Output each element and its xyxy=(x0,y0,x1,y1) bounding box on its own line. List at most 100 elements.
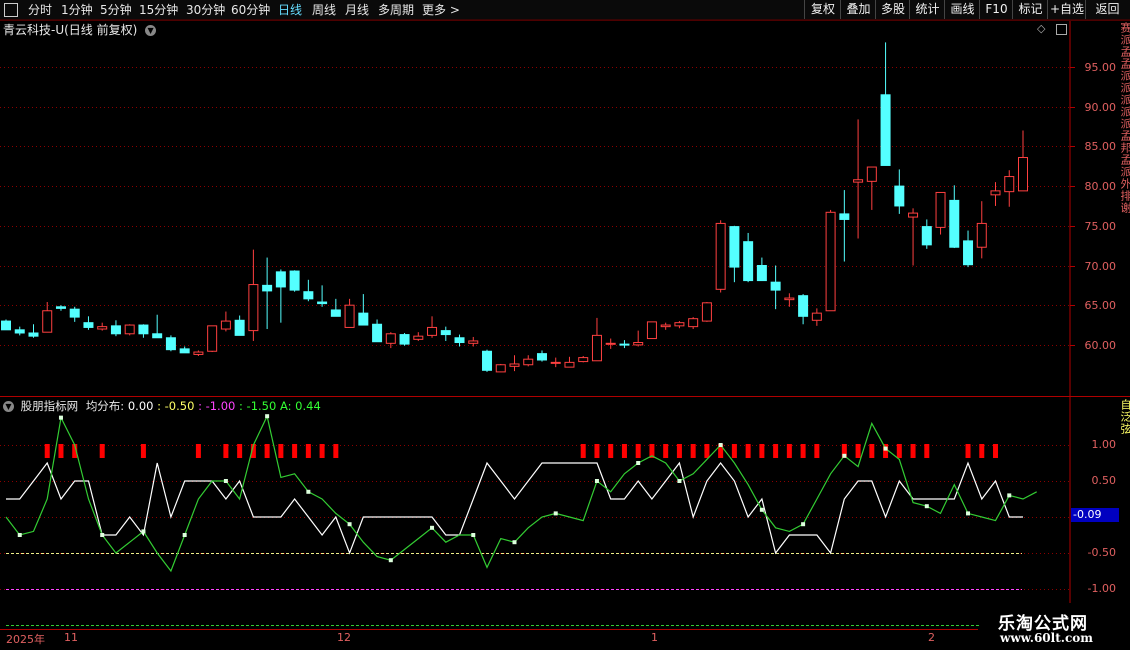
date-axis: 2025年 11 12 1 2 xyxy=(0,630,978,646)
window-icon[interactable] xyxy=(4,3,18,17)
signal-marker xyxy=(731,444,737,458)
indicator-point xyxy=(58,415,63,420)
panel-toggle-icon[interactable] xyxy=(1056,24,1067,35)
indicator-point xyxy=(553,511,558,516)
candle-body xyxy=(660,324,671,328)
stock-chart[interactable] xyxy=(0,0,1130,650)
overlay-button[interactable]: 叠加 xyxy=(840,0,876,19)
signal-marker xyxy=(841,444,847,458)
candle-body xyxy=(440,330,451,336)
draw-line-button[interactable]: 画线 xyxy=(944,0,980,19)
candle-body xyxy=(784,297,795,301)
signal-marker xyxy=(44,444,50,458)
period-tab-5min[interactable]: 5分钟 xyxy=(100,0,132,20)
candle-body xyxy=(454,337,465,344)
ind-label-05: 0.50 xyxy=(1091,474,1117,487)
candle-body xyxy=(591,334,602,362)
candle-body xyxy=(990,190,1001,196)
indicator-point xyxy=(512,540,517,545)
stock-title-row: 青云科技-U(日线 前复权) ▼ xyxy=(0,21,157,39)
period-tab-60min[interactable]: 60分钟 xyxy=(231,0,270,20)
price-label-65: 65.00 xyxy=(1084,299,1117,312)
signal-marker xyxy=(99,444,105,458)
indicator-point xyxy=(100,533,105,537)
period-tab-1min[interactable]: 1分钟 xyxy=(61,0,93,20)
period-tab-weekly[interactable]: 周线 xyxy=(312,0,336,20)
indicator-point xyxy=(636,461,641,465)
candle-body xyxy=(69,308,80,318)
period-tab-monthly[interactable]: 月线 xyxy=(345,0,369,20)
candle-body xyxy=(894,185,905,207)
candle-body xyxy=(372,323,383,343)
candle-body xyxy=(344,304,355,328)
candle-body xyxy=(234,319,245,336)
signal-marker xyxy=(814,444,820,458)
indicator-point xyxy=(718,443,723,447)
signal-marker xyxy=(745,444,751,458)
period-tab-more[interactable]: 更多 > xyxy=(422,0,460,20)
period-tab-30min[interactable]: 30分钟 xyxy=(186,0,225,20)
candle-body xyxy=(138,324,149,335)
indicator-point xyxy=(265,414,270,419)
date-month-12: 12 xyxy=(337,631,351,644)
date-month-11: 11 xyxy=(64,631,78,644)
signal-marker xyxy=(223,444,229,458)
period-tab-multi[interactable]: 多周期 xyxy=(378,0,414,20)
ind-label-m1: -1.00 xyxy=(1087,582,1116,595)
candle-body xyxy=(207,325,218,352)
candle-body xyxy=(124,324,135,335)
price-label-90: 90.00 xyxy=(1084,101,1117,114)
ind-label-m05: -0.50 xyxy=(1087,546,1116,559)
candle-body xyxy=(413,335,424,340)
candle-body xyxy=(427,326,438,336)
date-month-2: 2 xyxy=(928,631,935,644)
date-year: 2025年 xyxy=(6,633,45,646)
restore-rights-button[interactable]: 复权 xyxy=(804,0,841,19)
indicator-current-value: -0.09 xyxy=(1071,508,1119,522)
candle-body xyxy=(1,320,11,331)
candle-body xyxy=(880,94,891,166)
candle-body xyxy=(976,222,987,248)
candle-body xyxy=(564,361,575,368)
multi-stock-button[interactable]: 多股 xyxy=(875,0,910,19)
candle-body xyxy=(825,211,836,312)
price-label-75: 75.00 xyxy=(1084,220,1117,233)
f10-button[interactable]: F10 xyxy=(979,0,1013,19)
period-tab-15min[interactable]: 15分钟 xyxy=(139,0,178,20)
statistics-button[interactable]: 统计 xyxy=(909,0,945,19)
indicator-point xyxy=(471,533,476,537)
add-watchlist-button[interactable]: +自选 xyxy=(1047,0,1086,19)
chevron-down-circle-icon[interactable]: ▼ xyxy=(3,401,14,412)
indicator-point xyxy=(677,479,682,483)
indicator-value-3: : -1.00 xyxy=(198,399,236,413)
signal-marker xyxy=(704,444,710,458)
candle-body xyxy=(743,241,754,282)
signal-marker xyxy=(305,444,311,458)
candle-body xyxy=(55,306,66,309)
candle-body xyxy=(468,340,479,344)
signal-marker xyxy=(333,444,339,458)
price-label-85: 85.00 xyxy=(1084,140,1117,153)
indicator-point xyxy=(17,533,22,537)
candle-body xyxy=(646,321,657,340)
signal-marker xyxy=(621,444,627,458)
signal-marker xyxy=(140,444,146,458)
stock-title[interactable]: 青云科技-U(日线 前复权) xyxy=(3,23,137,37)
mark-button[interactable]: 标记 xyxy=(1012,0,1048,19)
indicator-point xyxy=(388,558,393,563)
candle-body xyxy=(949,199,960,248)
candle-body xyxy=(866,166,877,182)
indicator-name[interactable]: 股朋指标网 xyxy=(21,399,79,413)
signal-marker xyxy=(759,444,765,458)
candle-body xyxy=(839,213,850,220)
signal-marker xyxy=(786,444,792,458)
indicator-value-4: : -1.50 xyxy=(239,399,277,413)
chevron-down-circle-icon[interactable]: ▼ xyxy=(145,25,157,36)
date-month-1: 1 xyxy=(651,631,658,644)
diamond-icon[interactable]: ◇ xyxy=(1037,22,1045,35)
candle-body xyxy=(14,329,25,334)
period-tab-daily[interactable]: 日线 xyxy=(278,0,302,20)
period-tab-minute[interactable]: 分时 xyxy=(28,0,52,20)
candle-body xyxy=(798,295,809,317)
back-button[interactable]: 返回 xyxy=(1085,0,1129,19)
